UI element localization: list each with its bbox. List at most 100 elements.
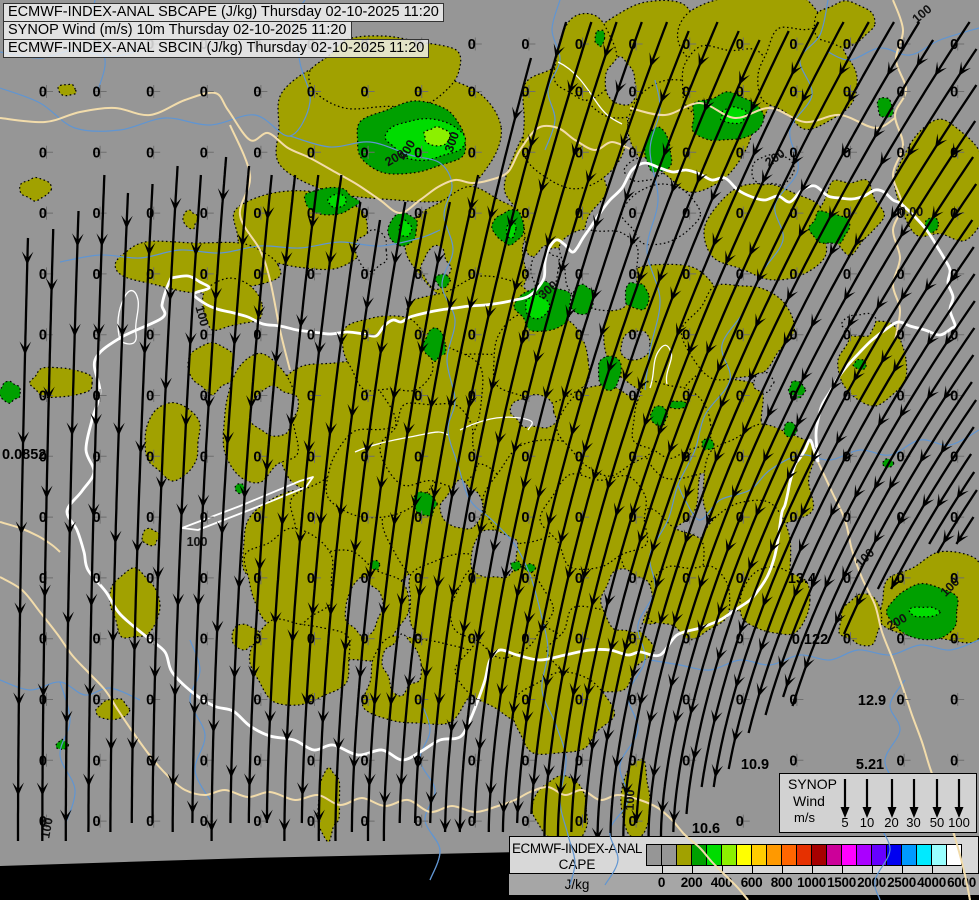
svg-text:0: 0	[93, 753, 101, 769]
svg-text:0: 0	[146, 389, 154, 405]
svg-text:0: 0	[950, 632, 958, 648]
svg-text:0: 0	[146, 85, 154, 101]
svg-text:0: 0	[897, 753, 905, 769]
svg-text:0: 0	[200, 85, 208, 101]
svg-text:0: 0	[200, 632, 208, 648]
svg-text:0: 0	[361, 85, 369, 101]
svg-text:0: 0	[361, 145, 369, 161]
svg-text:0: 0	[200, 145, 208, 161]
svg-text:0: 0	[897, 37, 905, 53]
svg-text:0: 0	[682, 510, 690, 526]
svg-text:0: 0	[361, 753, 369, 769]
svg-text:0: 0	[521, 37, 529, 53]
svg-text:0: 0	[897, 693, 905, 709]
svg-text:0: 0	[950, 693, 958, 709]
svg-text:0: 0	[39, 267, 47, 283]
svg-text:0: 0	[307, 145, 315, 161]
svg-text:0: 0	[789, 510, 797, 526]
svg-text:0: 0	[736, 145, 744, 161]
svg-text:0: 0	[253, 145, 261, 161]
svg-text:0: 0	[307, 753, 315, 769]
svg-text:0: 0	[629, 206, 637, 222]
svg-text:0: 0	[200, 206, 208, 222]
svg-text:0: 0	[468, 632, 476, 648]
svg-text:0: 0	[253, 449, 261, 465]
svg-text:0: 0	[307, 814, 315, 830]
svg-text:0: 0	[468, 328, 476, 344]
svg-text:0: 0	[253, 753, 261, 769]
svg-text:0: 0	[307, 328, 315, 344]
svg-text:0: 0	[200, 814, 208, 830]
svg-text:0: 0	[146, 449, 154, 465]
svg-text:0: 0	[736, 206, 744, 222]
svg-text:0: 0	[39, 145, 47, 161]
svg-text:0.122: 0.122	[792, 632, 828, 648]
svg-text:0: 0	[575, 814, 583, 830]
svg-text:0: 0	[414, 693, 422, 709]
svg-text:0: 0	[93, 85, 101, 101]
svg-text:0: 0	[253, 693, 261, 709]
svg-text:0: 0	[361, 510, 369, 526]
svg-text:0: 0	[521, 267, 529, 283]
svg-text:0: 0	[897, 145, 905, 161]
svg-text:0: 0	[146, 693, 154, 709]
svg-text:0: 0	[575, 693, 583, 709]
svg-text:0: 0	[950, 389, 958, 405]
svg-text:0: 0	[468, 267, 476, 283]
svg-text:0: 0	[629, 328, 637, 344]
svg-text:0: 0	[468, 37, 476, 53]
svg-text:0: 0	[736, 37, 744, 53]
svg-text:0: 0	[843, 267, 851, 283]
svg-text:0: 0	[468, 145, 476, 161]
svg-text:0: 0	[361, 267, 369, 283]
svg-text:0: 0	[93, 571, 101, 587]
svg-text:0.0852: 0.0852	[2, 447, 46, 463]
svg-text:0: 0	[736, 328, 744, 344]
svg-text:0: 0	[146, 571, 154, 587]
svg-text:0: 0	[789, 85, 797, 101]
svg-text:0: 0	[39, 328, 47, 344]
svg-text:0: 0	[682, 753, 690, 769]
svg-text:0: 0	[307, 510, 315, 526]
svg-text:0: 0	[146, 510, 154, 526]
svg-text:5.21: 5.21	[856, 757, 884, 773]
svg-text:0: 0	[307, 85, 315, 101]
svg-text:0: 0	[843, 37, 851, 53]
svg-text:0: 0	[629, 145, 637, 161]
svg-text:0: 0	[39, 206, 47, 222]
svg-text:0: 0	[39, 85, 47, 101]
svg-text:0: 0	[521, 814, 529, 830]
svg-text:0: 0	[414, 328, 422, 344]
svg-text:0: 0	[361, 206, 369, 222]
svg-text:0: 0	[414, 510, 422, 526]
svg-text:0: 0	[200, 328, 208, 344]
svg-text:0: 0	[897, 632, 905, 648]
svg-text:0: 0	[253, 85, 261, 101]
svg-text:100: 100	[187, 535, 208, 549]
svg-text:0: 0	[200, 753, 208, 769]
svg-text:0: 0	[253, 267, 261, 283]
svg-text:0: 0	[146, 145, 154, 161]
svg-text:0: 0	[200, 693, 208, 709]
svg-text:0: 0	[146, 328, 154, 344]
svg-text:0: 0	[93, 632, 101, 648]
svg-text:0: 0	[682, 328, 690, 344]
svg-text:0: 0	[253, 206, 261, 222]
svg-text:0: 0	[361, 389, 369, 405]
svg-text:0: 0	[468, 449, 476, 465]
svg-text:0: 0	[307, 571, 315, 587]
svg-text:0: 0	[146, 632, 154, 648]
svg-text:0: 0	[253, 510, 261, 526]
svg-text:0: 0	[468, 753, 476, 769]
svg-text:0: 0	[93, 206, 101, 222]
svg-text:0: 0	[789, 753, 797, 769]
svg-text:0: 0	[843, 632, 851, 648]
svg-text:0: 0	[736, 814, 744, 830]
svg-text:0: 0	[468, 510, 476, 526]
svg-text:0: 0	[93, 814, 101, 830]
svg-text:0: 0	[629, 267, 637, 283]
svg-text:0: 0	[361, 571, 369, 587]
svg-text:0: 0	[93, 145, 101, 161]
svg-text:0: 0	[200, 571, 208, 587]
svg-text:0: 0	[414, 85, 422, 101]
